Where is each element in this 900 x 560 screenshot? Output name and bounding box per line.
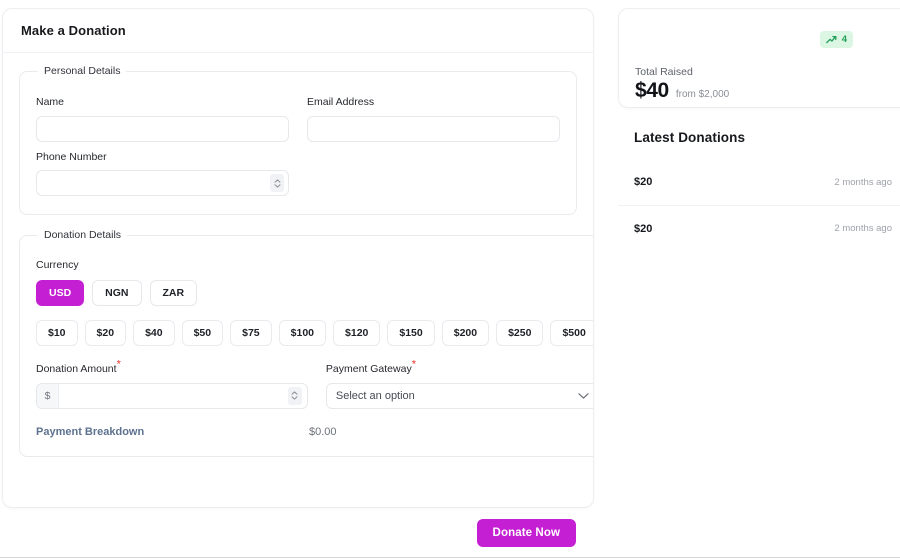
required-asterisk: *	[411, 358, 416, 371]
name-field: Name	[36, 96, 289, 142]
preset-amount-row: $10 $20 $40 $50 $75 $100 $120 $150 $200 …	[36, 320, 593, 347]
chevron-down-icon	[274, 183, 280, 188]
email-label: Email Address	[307, 96, 375, 108]
required-asterisk: *	[116, 358, 121, 371]
total-raised-goal: from $2,000	[675, 89, 730, 100]
name-label: Name	[36, 96, 65, 108]
payment-gateway-label: Payment Gateway*	[325, 359, 593, 376]
payment-gateway-select-wrap: Select an option	[325, 382, 593, 409]
donate-now-button[interactable]: Donate Now	[476, 518, 576, 547]
preset-amount-button[interactable]: $100	[278, 320, 327, 347]
donation-amount-input-wrap: $	[36, 382, 308, 409]
preset-amount-button[interactable]: $200	[441, 320, 490, 347]
email-field-col: Email Address	[307, 87, 560, 142]
currency-option-usd[interactable]: USD	[36, 280, 85, 307]
preset-amount-button[interactable]: $20	[84, 320, 127, 347]
currency-option-zar[interactable]: ZAR	[149, 280, 198, 307]
payment-gateway-col: Payment Gateway* Select an option	[325, 354, 593, 409]
donation-amount-stepper[interactable]	[287, 386, 302, 405]
phone-number-stepper[interactable]	[270, 174, 284, 193]
donation-time: 2 months ago	[834, 176, 892, 188]
list-item[interactable]: $20 2 months ago	[618, 159, 900, 205]
preset-amount-button[interactable]: $500	[550, 320, 593, 347]
total-raised-value-row: $40 from $2,000	[635, 79, 729, 103]
trend-badge: 4	[819, 31, 853, 48]
personal-details-legend: Personal Details	[44, 65, 121, 77]
phone-label: Phone Number	[36, 150, 107, 163]
payment-gateway-selected-value: Select an option	[335, 389, 415, 402]
form-footer: Donate Now	[2, 508, 594, 557]
phone-row-spacer	[307, 142, 560, 197]
donation-amount-field: Donation Amount* $	[36, 359, 308, 409]
preset-amount-button[interactable]: $40	[133, 320, 175, 347]
donation-time: 2 months ago	[834, 223, 892, 234]
donation-details-legend: Donation Details	[44, 229, 122, 242]
preset-amount-button[interactable]: $120	[333, 320, 381, 347]
name-input[interactable]	[36, 115, 289, 142]
currency-symbol: $	[37, 383, 59, 408]
total-raised-amount: $40	[635, 79, 669, 102]
page-title: Make a Donation	[21, 23, 126, 38]
donation-amount: $20	[634, 176, 653, 188]
donation-amount-col: Donation Amount* $	[36, 354, 308, 409]
payment-breakdown-total: $0.00	[309, 425, 337, 438]
payment-breakdown-link[interactable]: Payment Breakdown	[36, 426, 309, 438]
email-field: Email Address	[307, 96, 560, 142]
email-input[interactable]	[307, 115, 560, 142]
latest-donations-list: $20 2 months ago $20 2 months ago	[618, 159, 900, 251]
chevron-up-icon	[274, 178, 280, 183]
preset-amount-button[interactable]: $250	[496, 320, 544, 347]
card-body: Personal Details Name Email Address Phon…	[3, 53, 593, 457]
donation-form-card: Make a Donation Personal Details Name Em…	[2, 8, 594, 508]
donation-amount: $20	[634, 222, 653, 235]
name-field-col: Name	[36, 87, 289, 142]
currency-option-ngn[interactable]: NGN	[92, 280, 142, 307]
phone-input-wrap	[36, 170, 289, 197]
payment-gateway-label-text: Payment Gateway	[325, 363, 412, 376]
sidebar: 4 Total Raised $40 from $2,000 Latest Do…	[618, 8, 900, 251]
currency-selector: USD NGN ZAR	[36, 280, 593, 307]
payment-breakdown-row: Payment Breakdown $0.00	[36, 425, 593, 438]
chevron-up-icon	[291, 391, 298, 395]
phone-input[interactable]	[36, 170, 289, 197]
payment-gateway-field: Payment Gateway* Select an option	[325, 359, 593, 409]
donation-details-group: Donation Details Currency USD NGN ZAR $1…	[19, 229, 593, 457]
phone-field-col: Phone Number	[36, 142, 289, 197]
donation-page: Make a Donation Personal Details Name Em…	[0, 0, 900, 560]
bottom-divider	[0, 557, 900, 558]
donation-amount-label: Donation Amount*	[36, 359, 308, 376]
donation-row: Donation Amount* $ Payment Gateway* Sele…	[36, 354, 593, 409]
preset-amount-button[interactable]: $150	[387, 320, 435, 347]
personal-row-1: Name Email Address	[36, 87, 560, 142]
card-header: Make a Donation	[3, 9, 593, 53]
phone-field: Phone Number	[36, 150, 289, 197]
chevron-down-icon	[291, 396, 298, 400]
currency-label: Currency	[36, 259, 79, 272]
preset-amount-button[interactable]: $75	[230, 320, 272, 347]
preset-amount-button[interactable]: $50	[181, 320, 224, 347]
list-item[interactable]: $20 2 months ago	[618, 205, 900, 251]
trend-count: 4	[841, 34, 847, 45]
trending-up-icon	[825, 35, 837, 44]
latest-donations-title: Latest Donations	[634, 130, 746, 145]
payment-gateway-select[interactable]: Select an option	[325, 382, 593, 409]
preset-amount-button[interactable]: $10	[36, 320, 78, 347]
donation-amount-input[interactable]	[59, 383, 307, 408]
total-raised-label: Total Raised	[635, 66, 693, 78]
personal-row-2: Phone Number	[36, 142, 560, 197]
total-raised-card: 4 Total Raised $40 from $2,000	[618, 8, 900, 108]
donation-amount-label-text: Donation Amount	[36, 363, 117, 376]
personal-details-group: Personal Details Name Email Address Phon…	[19, 65, 577, 216]
